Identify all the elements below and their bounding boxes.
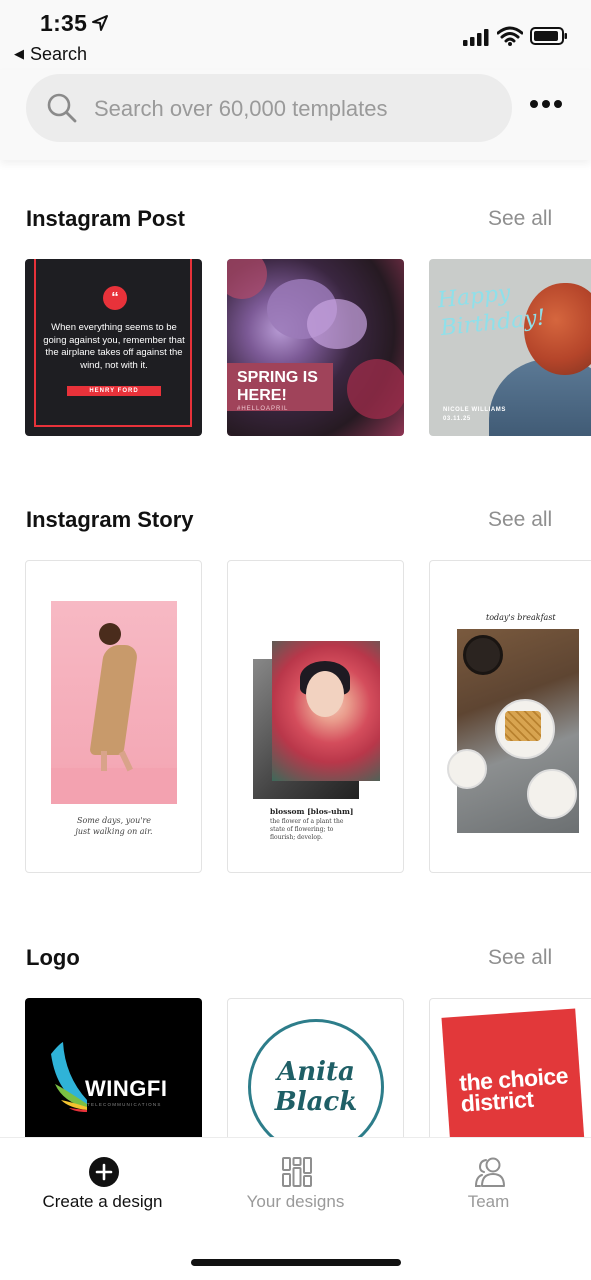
- person-head: [99, 623, 121, 645]
- template-date: 03.11.25: [443, 416, 471, 422]
- template-photo: [272, 641, 380, 781]
- flower-shape: [227, 259, 267, 299]
- battery-icon: [530, 27, 567, 45]
- template-caption: Some days, you're just walking on air.: [75, 816, 153, 836]
- home-indicator[interactable]: [191, 1259, 401, 1266]
- template-card-spring[interactable]: SPRING IS HERE! #HELLOAPRIL: [227, 259, 404, 436]
- section-title-instagram-post: Instagram Post: [26, 206, 185, 231]
- template-hashtag: #HELLOAPRIL: [237, 406, 289, 412]
- flower-shape: [347, 359, 404, 419]
- wing-icon: [51, 1042, 87, 1112]
- logo-name: WINGFI: [85, 1076, 168, 1101]
- search-icon: [47, 93, 77, 123]
- flower-shape: [307, 299, 367, 349]
- quote-bubble-icon: “: [103, 286, 127, 310]
- location-arrow-icon: [92, 15, 108, 31]
- search-header: Search over 60,000 templates: [0, 70, 591, 160]
- template-author: HENRY FORD: [67, 386, 161, 396]
- food-waffle: [505, 711, 541, 741]
- nav-create-design[interactable]: Create a design: [4, 1138, 201, 1238]
- food-pan: [463, 635, 503, 675]
- grid-icon: [282, 1157, 312, 1187]
- nav-team[interactable]: Team: [390, 1138, 587, 1238]
- template-photo: [51, 601, 177, 804]
- back-app-label: Search: [30, 44, 88, 64]
- person-leg: [101, 751, 107, 771]
- signal-icon: [463, 29, 489, 46]
- back-to-app-link[interactable]: ◀ Search: [14, 44, 87, 65]
- template-card-blossom[interactable]: blossom [blos-uhm] the flower of a plant…: [227, 560, 404, 873]
- nav-label: Team: [467, 1192, 510, 1211]
- section-title-logo: Logo: [26, 945, 80, 970]
- food-plate: [527, 769, 577, 819]
- search-input[interactable]: Search over 60,000 templates: [94, 96, 388, 122]
- logo-name: the choice district: [458, 1062, 569, 1117]
- template-quote-text: When everything seems to be going agains…: [43, 322, 185, 371]
- dot-icon: [530, 100, 538, 108]
- person-dress: [89, 645, 139, 755]
- logo-subtitle: TELECOMMUNICATIONS: [87, 1102, 162, 1107]
- template-card-birthday[interactable]: Happy Birthday! NICOLE WILLIAMS 03.11.25: [429, 259, 591, 436]
- search-bar[interactable]: Search over 60,000 templates: [26, 74, 512, 142]
- see-all-logo-link[interactable]: See all: [488, 946, 552, 970]
- template-card-breakfast[interactable]: today's breakfast: [429, 560, 591, 873]
- dot-icon: [554, 100, 562, 108]
- wifi-icon: [497, 26, 523, 46]
- nav-label: Your designs: [246, 1192, 345, 1211]
- photo-floor: [51, 768, 177, 804]
- plus-circle-icon: [89, 1157, 119, 1187]
- nav-your-designs[interactable]: Your designs: [197, 1138, 394, 1238]
- status-bar: 1:35 ◀ Search: [0, 0, 591, 70]
- template-photo: [447, 629, 579, 833]
- template-definition: the flower of a plant the state of flowe…: [270, 818, 344, 841]
- see-all-instagram-story-link[interactable]: See all: [488, 508, 552, 532]
- template-word: blossom [blos-uhm]: [270, 807, 354, 816]
- template-card-walking[interactable]: Some days, you're just walking on air.: [25, 560, 202, 873]
- template-caption: today's breakfast: [486, 613, 556, 622]
- template-headline: SPRING IS HERE!: [237, 369, 318, 404]
- template-name: NICOLE WILLIAMS: [443, 407, 506, 413]
- status-time: 1:35: [40, 10, 88, 36]
- template-card-quote[interactable]: “ When everything seems to be going agai…: [25, 259, 202, 436]
- dot-icon: [542, 100, 550, 108]
- food-plate: [447, 749, 487, 789]
- section-title-instagram-story: Instagram Story: [26, 507, 194, 532]
- logo-name: Anita Black: [274, 1057, 358, 1117]
- back-triangle-icon: ◀: [14, 46, 24, 61]
- nav-label: Create a design: [42, 1192, 163, 1211]
- person-face: [306, 671, 344, 717]
- team-icon: [474, 1157, 505, 1187]
- see-all-instagram-post-link[interactable]: See all: [488, 207, 552, 231]
- more-options-button[interactable]: [530, 100, 562, 110]
